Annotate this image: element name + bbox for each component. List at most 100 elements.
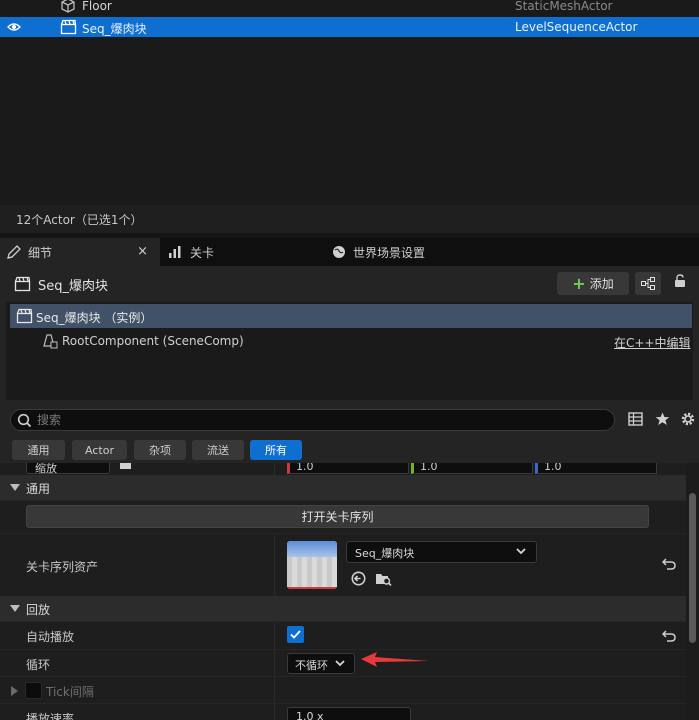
- outliner-row-floor[interactable]: Floor StaticMeshActor: [0, 0, 699, 16]
- category-general[interactable]: 通用: [0, 475, 686, 500]
- lock-icon[interactable]: [674, 274, 686, 288]
- chevron-down-icon: [10, 605, 20, 612]
- chevron-down-icon: [516, 548, 526, 555]
- reset-to-default-icon[interactable]: [662, 558, 676, 570]
- tab-details-label: 细节: [28, 245, 53, 260]
- component-instance-label: Seq_爆肉块 （实例）: [36, 311, 153, 325]
- scene-component-icon: [42, 333, 58, 349]
- thumbnail-sky: [287, 541, 337, 557]
- scale-y-field[interactable]: 1.0: [411, 463, 533, 474]
- property-row-scale: 缩放 1.0 1.0 1.0: [0, 463, 686, 475]
- sequence-asset-value: Seq_爆肉块: [355, 547, 415, 560]
- loop-mode-dropdown[interactable]: 不循环: [287, 653, 355, 674]
- scale-z-field[interactable]: 1.0: [535, 463, 657, 474]
- property-row-tick-interval: Tick间隔: [0, 676, 686, 703]
- property-row-play-rate: 播放速率 1.0 x: [0, 703, 686, 720]
- add-button-label: 添加: [589, 277, 614, 291]
- loop-label: 循环: [26, 658, 51, 672]
- root-component-label: RootComponent (SceneComp): [62, 334, 244, 348]
- column-splitter[interactable]: [274, 704, 275, 720]
- play-rate-field[interactable]: 1.0 x: [287, 707, 411, 720]
- scale-x-value: 1.0: [296, 463, 314, 473]
- property-grid: 缩放 1.0 1.0 1.0 通用 打开关卡序列 关卡序列资产 Seq_爆肉块 …: [0, 463, 686, 720]
- visibility-eye-icon[interactable]: [7, 21, 21, 33]
- tick-interval-checkbox[interactable]: [25, 682, 42, 699]
- close-icon[interactable]: ×: [137, 244, 148, 259]
- actor-name-title: Seq_爆肉块: [38, 279, 109, 294]
- outliner-row-seq[interactable]: Seq_爆肉块 LevelSequenceActor: [0, 17, 699, 37]
- lock-ratio-icon[interactable]: [120, 463, 131, 469]
- outliner-row-name: Floor: [82, 0, 112, 13]
- table-view-icon[interactable]: [628, 412, 643, 426]
- scale-x-field[interactable]: 1.0: [287, 463, 409, 474]
- level-icon: [168, 245, 182, 259]
- column-splitter[interactable]: [274, 463, 275, 475]
- checkmark-icon: [290, 630, 301, 639]
- play-rate-label: 播放速率: [26, 712, 75, 720]
- play-rate-value: 1.0 x: [296, 710, 324, 720]
- category-playback[interactable]: 回放: [0, 596, 686, 621]
- autoplay-checkbox[interactable]: [287, 626, 304, 643]
- blueprint-button[interactable]: [635, 272, 661, 295]
- component-row-root[interactable]: RootComponent (SceneComp): [42, 330, 692, 352]
- column-splitter[interactable]: [274, 650, 275, 676]
- outliner-status-bar: 12个Actor（已选1个）: [0, 205, 699, 233]
- annotation-arrow-icon: [361, 652, 431, 668]
- component-tree: Seq_爆肉块 （实例） RootComponent (SceneComp) 在…: [6, 302, 693, 400]
- scale-y-value: 1.0: [420, 463, 438, 473]
- actor-count-text: 12个Actor（已选1个）: [16, 213, 143, 227]
- sequence-asset-label: 关卡序列资产: [26, 560, 99, 574]
- browse-folder-icon[interactable]: [375, 571, 392, 586]
- scale-mode-combo[interactable]: 缩放: [26, 463, 110, 475]
- filter-chip-all[interactable]: 所有: [250, 440, 302, 460]
- reset-to-default-icon[interactable]: [662, 630, 676, 642]
- level-sequence-icon: [14, 276, 31, 292]
- outliner-row-name: Seq_爆肉块: [82, 22, 147, 36]
- filter-chip-streaming[interactable]: 流送: [192, 440, 244, 460]
- scale-z-value: 1.0: [544, 463, 562, 473]
- add-component-button[interactable]: + 添加: [557, 272, 629, 295]
- property-row-autoplay: 自动播放: [0, 621, 686, 649]
- level-sequence-icon: [16, 308, 33, 324]
- star-icon[interactable]: [655, 412, 670, 426]
- tick-interval-label: Tick间隔: [46, 685, 94, 699]
- use-selected-arrow-icon[interactable]: [351, 571, 366, 586]
- edit-in-cpp-link[interactable]: 在C++中编辑: [614, 334, 691, 351]
- tab-details[interactable]: 细节 ×: [0, 238, 160, 266]
- column-splitter[interactable]: [274, 677, 275, 703]
- details-panel: Seq_爆肉块 + 添加 Seq_爆肉块 （实例） RootComponent …: [0, 266, 699, 720]
- outliner-row-type: StaticMeshActor: [515, 0, 613, 13]
- sequence-asset-picker[interactable]: Seq_爆肉块: [346, 541, 537, 563]
- gear-icon[interactable]: [680, 411, 696, 427]
- component-row-instance[interactable]: Seq_爆肉块 （实例）: [10, 304, 692, 328]
- search-icon: [17, 413, 32, 428]
- filter-chip-misc[interactable]: 杂项: [134, 440, 186, 460]
- details-scrollbar[interactable]: [686, 463, 699, 720]
- thumbnail-type-bar: [287, 587, 337, 589]
- search-input[interactable]: [37, 411, 597, 429]
- column-splitter[interactable]: [274, 534, 275, 596]
- category-general-label: 通用: [26, 482, 51, 496]
- tab-world-settings-label: 世界场景设置: [353, 245, 426, 260]
- tab-world-settings[interactable]: 世界场景设置: [332, 238, 425, 266]
- tab-level[interactable]: 关卡: [168, 238, 214, 266]
- globe-icon: [332, 245, 346, 259]
- scrollbar-thumb[interactable]: [689, 493, 696, 643]
- asset-thumbnail[interactable]: [287, 541, 337, 589]
- plus-icon: +: [572, 273, 586, 293]
- open-level-sequence-button[interactable]: 打开关卡序列: [26, 505, 649, 528]
- column-splitter[interactable]: [274, 622, 275, 649]
- static-mesh-icon: [60, 0, 76, 14]
- panel-tab-bar: 细节 × 关卡 世界场景设置: [0, 238, 699, 266]
- details-search: [10, 409, 615, 431]
- world-outliner: Floor StaticMeshActor Seq_爆肉块 LevelSeque…: [0, 0, 699, 205]
- property-row-sequence-asset: 关卡序列资产 Seq_爆肉块: [0, 533, 686, 596]
- filter-chip-actor[interactable]: Actor: [72, 440, 127, 460]
- chevron-down-icon: [10, 484, 20, 491]
- autoplay-label: 自动播放: [26, 630, 75, 644]
- level-sequence-icon: [60, 19, 77, 35]
- outliner-row-type: LevelSequenceActor: [515, 20, 638, 34]
- chevron-right-icon[interactable]: [11, 686, 18, 696]
- category-playback-label: 回放: [26, 603, 51, 617]
- filter-chip-general[interactable]: 通用: [12, 440, 65, 460]
